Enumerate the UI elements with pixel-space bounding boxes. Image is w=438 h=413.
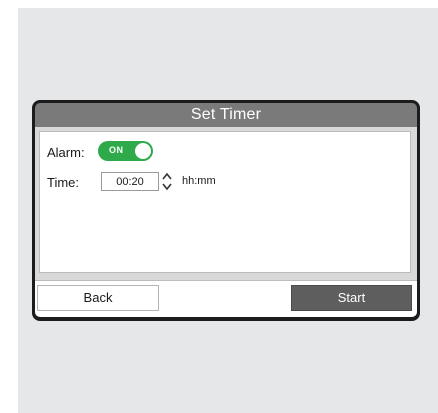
up-down-chevron-icon [162,172,172,191]
dialog-content: Alarm: ON Time: hh:mm [35,127,417,280]
dialog-title: Set Timer [35,103,417,127]
alarm-toggle[interactable]: ON [98,141,153,161]
time-input[interactable] [101,172,159,191]
back-button[interactable]: Back [37,285,159,311]
set-timer-dialog: Set Timer Alarm: ON Time: hh:mm Back Sta… [32,100,420,321]
time-unit-label: hh:mm [182,175,216,187]
toggle-knob [135,143,151,159]
dialog-content-panel: Alarm: ON Time: hh:mm [39,131,411,273]
alarm-toggle-text: ON [109,145,124,155]
alarm-label: Alarm: [47,145,85,160]
dialog-footer: Back Start [35,280,417,317]
time-spinner[interactable] [161,171,173,192]
start-button[interactable]: Start [291,285,412,311]
time-label: Time: [47,175,80,190]
